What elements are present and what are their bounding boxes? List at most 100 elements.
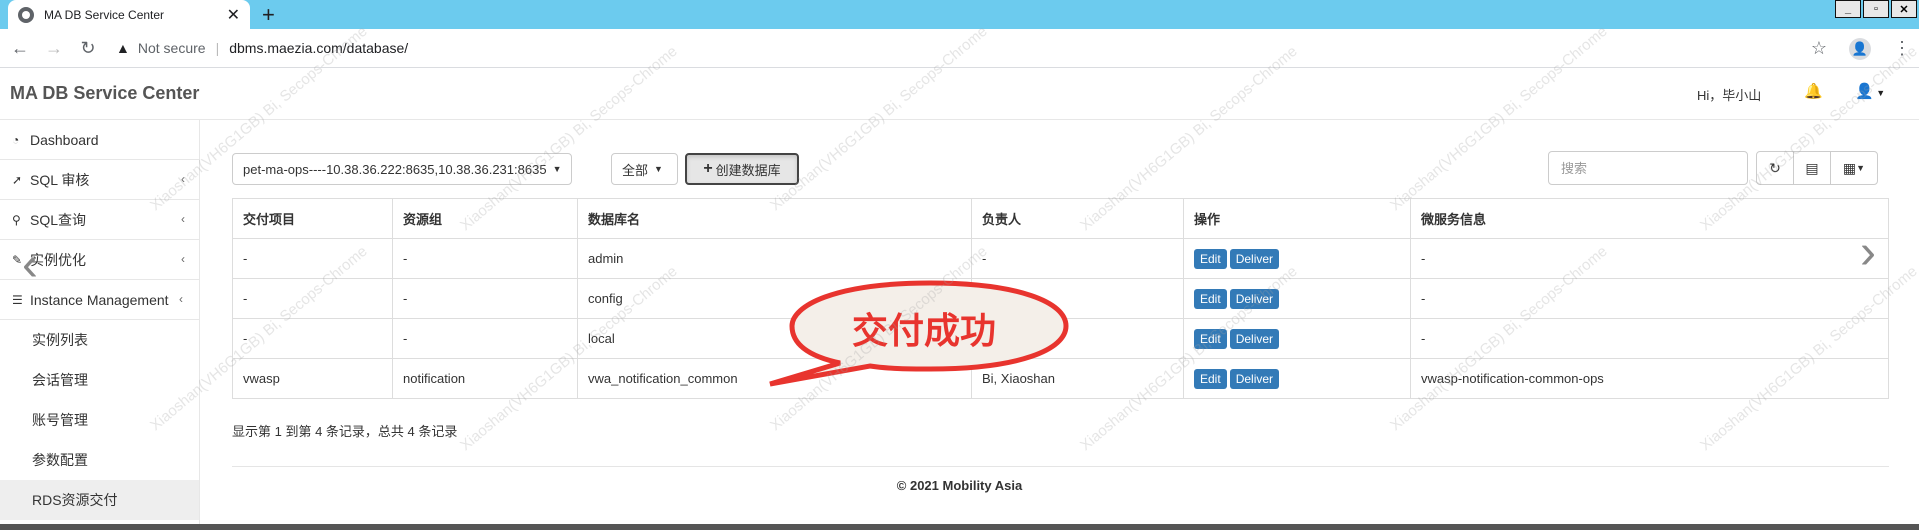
- column-header[interactable]: 资源组: [392, 198, 578, 239]
- column-header[interactable]: 交付项目: [232, 198, 393, 239]
- edit-button[interactable]: Edit: [1194, 288, 1227, 309]
- new-tab-button[interactable]: +: [262, 2, 275, 28]
- column-header[interactable]: 微服务信息: [1410, 198, 1889, 239]
- column-header[interactable]: 数据库名: [577, 198, 972, 239]
- cell-actions: Edit Deliver: [1183, 358, 1411, 399]
- deliver-button[interactable]: Deliver: [1229, 248, 1280, 269]
- close-window-button[interactable]: ✕: [1891, 0, 1917, 18]
- cell-actions: Edit Deliver: [1183, 238, 1411, 279]
- column-header[interactable]: 操作: [1183, 198, 1411, 239]
- deliver-button[interactable]: Deliver: [1229, 328, 1280, 349]
- sidebar: ◔ Dashboard ➚ SQL 审核 ‹ ⚲ SQL查询 ‹ ✎ 实例优化 …: [0, 120, 200, 530]
- cell-group: notification: [392, 358, 578, 399]
- sidebar-item-sql-query[interactable]: ⚲ SQL查询 ‹: [0, 200, 199, 240]
- cell-micro: vwasp-notification-common-ops: [1410, 358, 1889, 399]
- forward-icon[interactable]: →: [40, 38, 68, 59]
- sidebar-item-dashboard[interactable]: ◔ Dashboard: [0, 120, 199, 160]
- cell-group: -: [392, 278, 578, 319]
- table-tools: ↻ ▤ ▦ ▼: [1756, 151, 1878, 185]
- cell-group: -: [392, 318, 578, 359]
- back-icon[interactable]: ←: [6, 38, 34, 59]
- columns-menu[interactable]: ▦ ▼: [1830, 151, 1878, 185]
- security-label: Not secure: [137, 40, 206, 56]
- app-header: MA DB Service Center Hi，毕小山 🔔 👤 ▼: [0, 68, 1919, 120]
- table-header-row: 交付项目 资源组 数据库名 负责人 操作 微服务信息: [232, 198, 1889, 239]
- rocket-icon: ➚: [12, 172, 23, 187]
- sidebar-subitem-params[interactable]: 参数配置: [0, 440, 199, 480]
- table-row: - - admin - Edit Deliver -: [232, 238, 1889, 279]
- filter-select-value: 全部: [622, 162, 649, 178]
- cell-owner: Bi, Xiaoshan: [971, 358, 1184, 399]
- filter-select[interactable]: 全部 ▼: [611, 153, 678, 185]
- sidebar-item-label: 实例优化: [30, 251, 86, 268]
- cell-project: -: [232, 318, 393, 359]
- caret-down-icon: ▼: [552, 164, 562, 174]
- address-bar-actions: ☆ 👤 ⋮: [1811, 29, 1911, 68]
- sidebar-item-label: Dashboard: [30, 131, 99, 148]
- sidebar-item-label: SQL查询: [30, 211, 87, 228]
- browser-menu-icon[interactable]: ⋮: [1893, 38, 1911, 59]
- cell-micro: -: [1410, 238, 1889, 279]
- maximize-button[interactable]: ▫: [1863, 0, 1889, 18]
- omnibox[interactable]: ▲ Not secure | dbms.maezia.com/database/: [116, 40, 408, 56]
- sidebar-subitem-instance-list[interactable]: 实例列表: [0, 320, 199, 360]
- cell-owner: -: [971, 238, 1184, 279]
- close-tab-icon[interactable]: ✕: [227, 5, 240, 25]
- table-row: - - config - Edit Deliver -: [232, 278, 1889, 319]
- cell-actions: Edit Deliver: [1183, 318, 1411, 359]
- plus-icon: +: [703, 160, 713, 177]
- create-database-label: 创建数据库: [715, 162, 781, 178]
- user-greeting: Hi，毕小山: [1697, 88, 1762, 103]
- cell-db: vwa_notification_common: [577, 358, 972, 399]
- refresh-icon[interactable]: ↻: [1756, 151, 1794, 185]
- user-icon: 👤: [1855, 83, 1874, 100]
- profile-icon[interactable]: 👤: [1849, 37, 1871, 60]
- deliver-button[interactable]: Deliver: [1229, 368, 1280, 389]
- edit-button[interactable]: Edit: [1194, 248, 1227, 269]
- table-row: vwasp notification vwa_notification_comm…: [232, 358, 1889, 399]
- search-icon: ⚲: [12, 212, 21, 227]
- footer-copyright: © 2021 Mobility Asia: [896, 478, 1023, 493]
- edit-button[interactable]: Edit: [1194, 328, 1227, 349]
- bookmark-star-icon[interactable]: ☆: [1811, 38, 1827, 59]
- minimize-button[interactable]: _: [1835, 0, 1861, 18]
- sidebar-subitem-account[interactable]: 账号管理: [0, 400, 199, 440]
- chevron-left-icon: ‹: [179, 292, 183, 306]
- chevron-left-icon: ‹: [181, 252, 185, 266]
- footer-divider: [232, 466, 1889, 467]
- sidebar-item-label: SQL 审核: [30, 171, 90, 188]
- deliver-button[interactable]: Deliver: [1229, 288, 1280, 309]
- sidebar-subitem-session[interactable]: 会话管理: [0, 360, 199, 400]
- user-menu[interactable]: 👤 ▼: [1855, 82, 1885, 100]
- column-header[interactable]: 负责人: [971, 198, 1184, 239]
- search-input[interactable]: [1548, 151, 1748, 185]
- cell-group: -: [392, 238, 578, 279]
- instance-select-value: pet-ma-ops----10.38.36.222:8635,10.38.36…: [243, 161, 547, 177]
- brand-title[interactable]: MA DB Service Center: [10, 83, 199, 104]
- grid-icon: ▦: [1842, 159, 1857, 177]
- browser-tab[interactable]: MA DB Service Center ✕: [8, 0, 250, 29]
- toggle-view-icon[interactable]: ▤: [1793, 151, 1831, 185]
- tab-title: MA DB Service Center: [44, 7, 165, 22]
- next-slide-arrow-icon[interactable]: ›: [1860, 225, 1876, 280]
- sidebar-item-label: Instance Management: [30, 291, 169, 308]
- caret-down-icon: ▼: [1873, 88, 1886, 98]
- sidebar-item-sql-review[interactable]: ➚ SQL 审核 ‹: [0, 160, 199, 200]
- previous-slide-arrow-icon[interactable]: ‹: [22, 237, 38, 292]
- edit-button[interactable]: Edit: [1194, 368, 1227, 389]
- cell-project: vwasp: [232, 358, 393, 399]
- reload-icon[interactable]: ↻: [74, 38, 102, 59]
- cell-micro: -: [1410, 278, 1889, 319]
- cell-db: admin: [577, 238, 972, 279]
- caret-down-icon: ▼: [654, 164, 663, 174]
- chevron-left-icon: ‹: [181, 212, 185, 226]
- table-row: - - local - Edit Deliver -: [232, 318, 1889, 359]
- create-database-button[interactable]: + 创建数据库: [685, 153, 799, 185]
- browser-tabstrip: MA DB Service Center ✕ + _ ▫ ✕: [0, 0, 1919, 29]
- caret-down-icon: ▼: [1856, 163, 1866, 173]
- bell-icon[interactable]: 🔔: [1804, 82, 1823, 100]
- url-text[interactable]: dbms.maezia.com/database/: [229, 40, 408, 56]
- globe-icon: [18, 6, 34, 23]
- database-icon: ☰: [12, 292, 23, 307]
- instance-select[interactable]: pet-ma-ops----10.38.36.222:8635,10.38.36…: [232, 153, 573, 185]
